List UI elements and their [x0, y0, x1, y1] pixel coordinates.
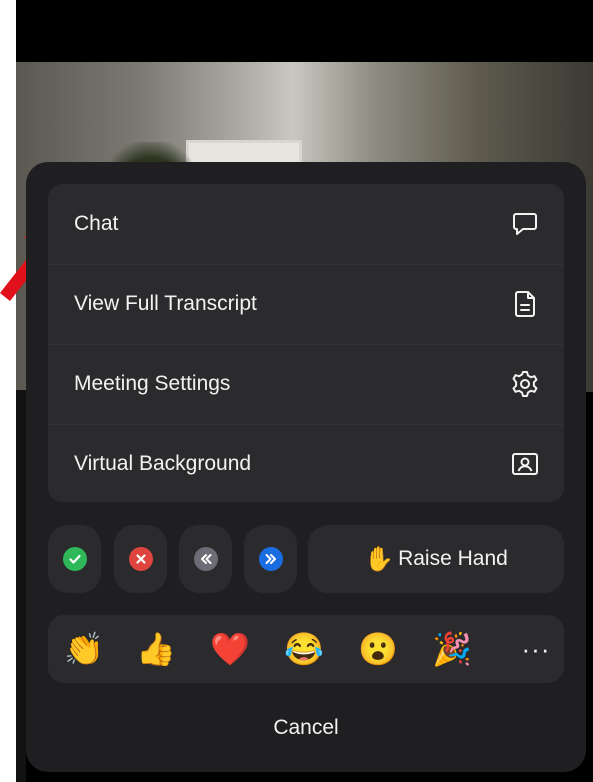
chat-bubble-icon [510, 209, 540, 239]
reaction-thumbs-up[interactable]: 👍 [128, 615, 184, 683]
cancel-button[interactable]: Cancel [26, 702, 586, 754]
options-menu: Chat View Full Transcript Meeting Settin… [48, 184, 564, 502]
more-options-sheet: Chat View Full Transcript Meeting Settin… [26, 162, 586, 772]
raise-hand-label: Raise Hand [398, 547, 508, 570]
feedback-actions: ✋ Raise Hand [48, 525, 564, 593]
reaction-clap[interactable]: 👏 [56, 615, 112, 683]
check-icon [62, 547, 87, 571]
faster-button[interactable] [244, 525, 297, 593]
video-edge [16, 390, 26, 782]
raised-hand-icon: ✋ [364, 545, 395, 573]
rewind-icon [193, 547, 218, 571]
menu-item-label: View Full Transcript [74, 292, 257, 315]
menu-item-chat[interactable]: Chat [48, 184, 564, 263]
more-reactions-button[interactable]: ··· [508, 615, 564, 683]
fast-forward-icon [258, 547, 283, 571]
menu-item-label: Virtual Background [74, 452, 252, 475]
menu-item-meeting-settings[interactable]: Meeting Settings [48, 344, 564, 423]
yes-button[interactable] [48, 525, 101, 593]
virtual-background-icon [510, 449, 540, 479]
reaction-tada[interactable]: 🎉 [424, 615, 480, 683]
gear-icon [510, 369, 540, 399]
reaction-tears-of-joy[interactable]: 😂 [276, 615, 332, 683]
menu-item-view-full-transcript[interactable]: View Full Transcript [48, 264, 564, 343]
no-button[interactable] [114, 525, 167, 593]
x-icon [128, 547, 153, 571]
raise-hand-button[interactable]: ✋ Raise Hand [308, 525, 564, 593]
menu-item-label: Meeting Settings [74, 372, 231, 395]
menu-item-virtual-background[interactable]: Virtual Background [48, 424, 564, 503]
reactions-row: 👏 👍 ❤️ 😂 😮 🎉 ··· [48, 615, 564, 683]
reaction-open-mouth[interactable]: 😮 [350, 615, 406, 683]
menu-item-label: Chat [74, 211, 119, 235]
reaction-heart[interactable]: ❤️ [202, 615, 258, 683]
slower-button[interactable] [179, 525, 232, 593]
transcript-document-icon [510, 289, 540, 319]
